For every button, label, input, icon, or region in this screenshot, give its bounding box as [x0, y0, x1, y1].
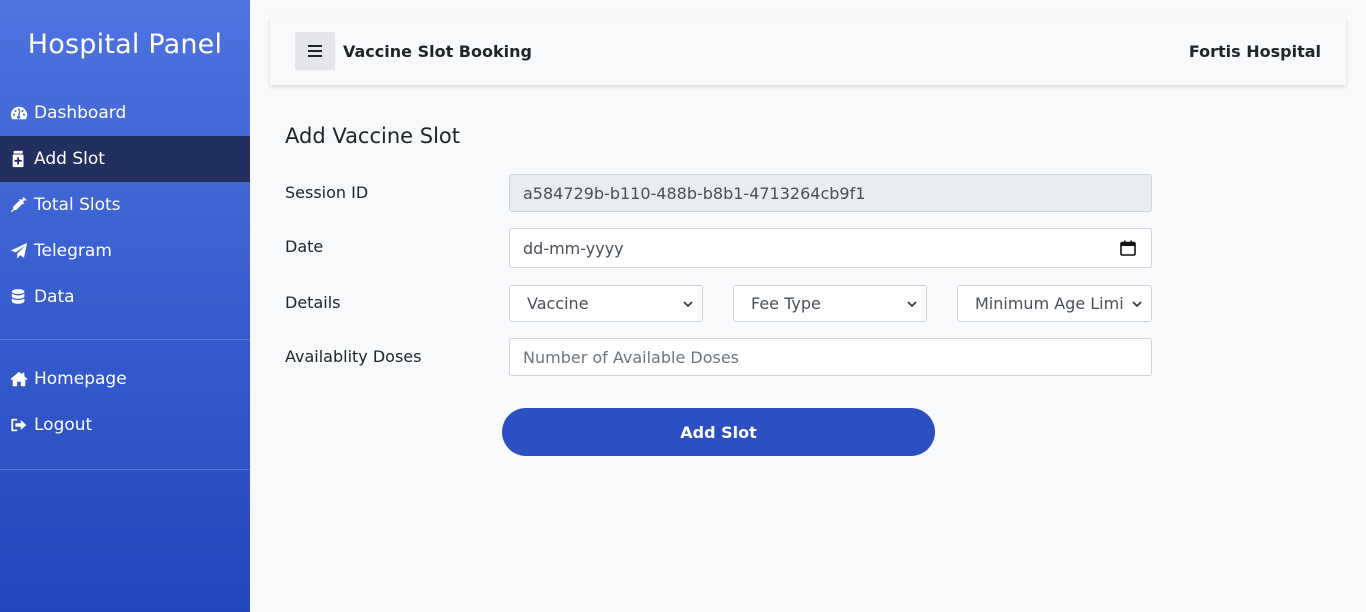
add-medical-icon: [10, 150, 32, 168]
hospital-name: Fortis Hospital: [1188, 41, 1321, 61]
session-id-field: a584729b-b110-488b-b8b1-4713264cb9f1: [509, 174, 1152, 212]
sidebar-item-homepage[interactable]: Homepage: [0, 356, 250, 402]
session-id-label: Session ID: [285, 183, 369, 202]
sidebar-item-label: Add Slot: [34, 149, 105, 169]
topbar: Vaccine Slot Booking Fortis Hospital: [270, 17, 1346, 85]
sidebar-item-label: Telegram: [34, 241, 112, 261]
sidebar-item-dashboard[interactable]: Dashboard: [0, 90, 250, 136]
min-age-select[interactable]: Minimum Age Limi: [957, 285, 1152, 322]
sidebar-item-label: Total Slots: [34, 195, 121, 215]
home-icon: [10, 370, 32, 388]
syringe-icon: [10, 196, 32, 214]
sidebar-divider: [0, 469, 250, 470]
chevron-down-icon: [1132, 300, 1142, 307]
brand-title: Hospital Panel: [27, 28, 223, 60]
doses-input[interactable]: Number of Available Doses: [509, 338, 1152, 376]
database-icon: [10, 288, 32, 306]
sidebar-divider: [0, 339, 250, 340]
date-input[interactable]: dd-mm-yyyy: [509, 228, 1152, 268]
sidebar-item-label: Dashboard: [34, 103, 127, 123]
sidebar-item-telegram[interactable]: Telegram: [0, 228, 250, 274]
sidebar-item-logout[interactable]: Logout: [0, 402, 250, 448]
sidebar-item-add-slot[interactable]: Add Slot: [0, 136, 250, 182]
date-placeholder: dd-mm-yyyy: [523, 238, 624, 258]
min-age-select-value: Minimum Age Limi: [975, 294, 1124, 313]
tachometer-icon: [10, 104, 32, 122]
chevron-down-icon: [907, 300, 917, 307]
form-heading: Add Vaccine Slot: [285, 124, 461, 148]
menu-toggle-button[interactable]: [295, 32, 335, 70]
chevron-down-icon: [683, 300, 693, 307]
doses-placeholder: Number of Available Doses: [523, 347, 739, 367]
doses-label: Availablity Doses: [285, 347, 422, 366]
sidebar-item-data[interactable]: Data: [0, 274, 250, 320]
sidebar-item-label: Homepage: [34, 369, 127, 389]
sidebar: Hospital Panel Dashboard Add Slot Total …: [0, 0, 250, 612]
page-title: Vaccine Slot Booking: [343, 41, 532, 61]
session-id-value: a584729b-b110-488b-b8b1-4713264cb9f1: [523, 183, 866, 203]
paper-plane-icon: [10, 242, 32, 260]
sidebar-item-label: Logout: [34, 415, 93, 435]
add-slot-button[interactable]: Add Slot: [502, 408, 935, 456]
sidebar-item-total-slots[interactable]: Total Slots: [0, 182, 250, 228]
hamburger-icon: [308, 45, 322, 57]
fee-type-select-value: Fee Type: [751, 294, 821, 313]
sidebar-item-label: Data: [34, 287, 75, 307]
vaccine-select[interactable]: Vaccine: [509, 285, 703, 322]
fee-type-select[interactable]: Fee Type: [733, 285, 927, 322]
date-label: Date: [285, 237, 324, 256]
logout-icon: [10, 416, 32, 434]
vaccine-select-value: Vaccine: [527, 294, 589, 313]
calendar-icon[interactable]: [1120, 240, 1136, 256]
details-label: Details: [285, 293, 341, 312]
